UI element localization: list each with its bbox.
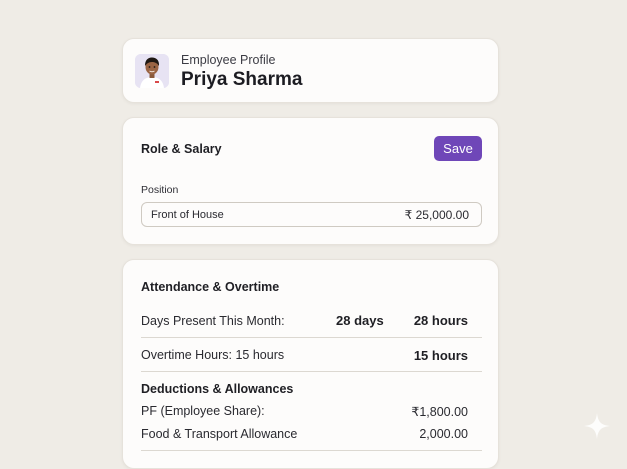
divider — [141, 337, 482, 338]
role-salary-card: Role & Salary Save Position Front of Hou… — [122, 117, 499, 245]
overtime-value: 15 hours — [413, 348, 468, 363]
attendance-title: Attendance & Overtime — [141, 280, 280, 294]
avatar — [135, 54, 169, 88]
profile-card: Employee Profile Priya Sharma — [122, 38, 499, 103]
position-value: Front of House — [151, 209, 224, 221]
position-salary-field[interactable]: Front of House ₹ 25,000.00 — [141, 202, 482, 227]
days-present-value: 28 days — [336, 313, 384, 328]
days-present-hours: 28 hours — [413, 313, 468, 328]
employee-name: Priya Sharma — [181, 69, 303, 90]
deductions-title: Deductions & Allowances — [141, 382, 294, 396]
salary-value: ₹ 25,000.00 — [404, 208, 469, 222]
position-label: Position — [141, 184, 179, 196]
profile-kicker: Employee Profile — [181, 53, 276, 67]
allowance-value: 2,000.00 — [419, 427, 468, 441]
allowance-label: Food & Transport Allowance — [141, 427, 298, 441]
attendance-card: Attendance & Overtime Days Present This … — [122, 259, 499, 469]
role-salary-title: Role & Salary — [141, 142, 222, 156]
overtime-label: Overtime Hours: 15 hours — [141, 348, 285, 362]
days-present-label: Days Present This Month: — [141, 314, 285, 328]
save-button[interactable]: Save — [434, 136, 482, 161]
person-avatar-icon — [135, 54, 169, 88]
deduction-label: PF (Employee Share): — [141, 404, 265, 418]
divider — [141, 371, 482, 372]
divider — [141, 450, 482, 451]
sparkle-icon — [584, 413, 610, 439]
deduction-value: ₹1,800.00 — [411, 405, 468, 419]
